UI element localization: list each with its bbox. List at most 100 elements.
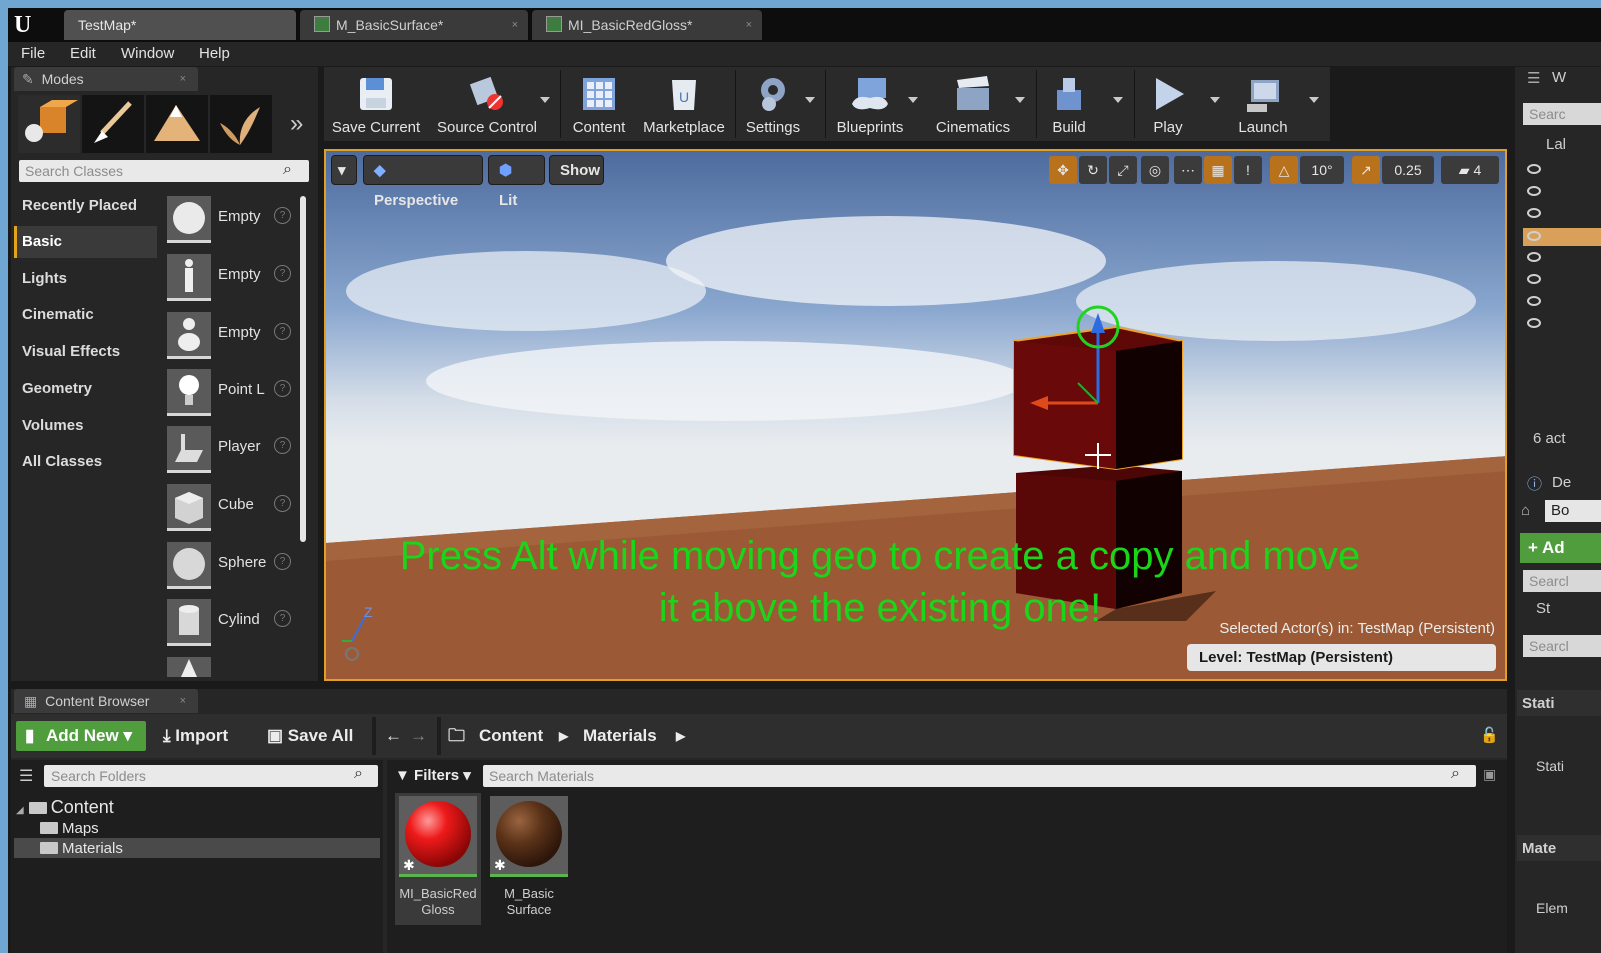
place-item-empty-character[interactable]: Empty ? <box>165 252 297 302</box>
category-cinematic[interactable]: Cinematic <box>14 299 157 331</box>
menu-edit[interactable]: Edit <box>70 45 96 62</box>
asset-m-basicsurface[interactable]: ✱ M_Basic Surface <box>486 793 572 925</box>
chevron-down-icon[interactable] <box>540 97 550 103</box>
rotation-snap-value[interactable]: 10° <box>1300 156 1344 184</box>
actor-name-field[interactable]: Bo <box>1545 500 1601 522</box>
menu-help[interactable]: Help <box>199 45 230 62</box>
play-button[interactable]: Play <box>1140 70 1196 140</box>
show-button[interactable]: Show <box>549 155 604 185</box>
settings-button[interactable]: Settings <box>740 70 806 140</box>
paint-mode-button[interactable] <box>82 95 144 153</box>
save-current-button[interactable]: Save Current <box>330 70 422 140</box>
label-column-header[interactable]: Lal <box>1546 136 1566 153</box>
add-new-button[interactable]: ▮ Add New ▾ <box>16 721 146 751</box>
help-icon[interactable]: ? <box>274 495 291 512</box>
scale-snap-icon[interactable]: ↗ <box>1352 156 1380 184</box>
place-item-cube[interactable]: Cube ? <box>165 482 297 532</box>
import-button[interactable]: ⤓ Import <box>163 721 228 751</box>
world-outliner-tab[interactable]: W <box>1552 69 1566 86</box>
search-classes-input[interactable]: Search Classes <box>19 160 309 182</box>
eye-icon[interactable] <box>1527 231 1541 241</box>
asset-mi-basicredgloss[interactable]: ✱ MI_BasicRed Gloss <box>395 793 481 925</box>
scale-snap-value[interactable]: 0.25 <box>1382 156 1434 184</box>
help-icon[interactable]: ? <box>274 207 291 224</box>
place-item-point-light[interactable]: Point L ? <box>165 367 297 417</box>
add-component-button[interactable]: + Ad <box>1520 533 1601 563</box>
lit-button[interactable]: ⬢ Lit <box>488 155 545 209</box>
chevron-down-icon[interactable] <box>908 97 918 103</box>
chevron-down-icon[interactable] <box>1113 97 1123 103</box>
help-icon[interactable]: ? <box>274 610 291 627</box>
foliage-mode-button[interactable] <box>210 95 272 153</box>
sources-toggle-icon[interactable]: ☰ <box>19 766 33 786</box>
details-search-input[interactable]: Searcl <box>1523 635 1601 657</box>
place-item-empty-actor[interactable]: Empty ? <box>165 194 297 244</box>
eye-icon[interactable] <box>1527 208 1541 218</box>
camera-speed-button[interactable]: ▰ 4 <box>1441 156 1499 184</box>
forward-arrow-icon[interactable]: → <box>410 721 427 751</box>
content-button[interactable]: Content <box>566 70 632 140</box>
blueprints-button[interactable]: Blueprints <box>830 70 910 140</box>
eye-icon[interactable] <box>1527 318 1541 328</box>
breadcrumb-materials[interactable]: Materials <box>583 721 657 751</box>
rotation-snap-icon[interactable]: △ <box>1270 156 1298 184</box>
eye-icon[interactable] <box>1527 164 1541 174</box>
close-icon[interactable]: × <box>512 10 518 40</box>
content-browser-tab[interactable]: ▦ Content Browser × <box>14 689 198 713</box>
back-arrow-icon[interactable]: ← <box>385 721 402 751</box>
close-icon[interactable]: × <box>180 67 186 91</box>
help-icon[interactable]: ? <box>274 265 291 282</box>
surface-snap-icon[interactable]: ⋯ <box>1174 156 1202 184</box>
eye-icon[interactable] <box>1527 274 1541 284</box>
category-geometry[interactable]: Geometry <box>14 373 157 405</box>
tab-m-basicsurface[interactable]: M_BasicSurface* × <box>300 10 528 40</box>
components-search-input[interactable]: Searcl <box>1523 570 1601 592</box>
marketplace-button[interactable]: U Marketplace <box>638 70 730 140</box>
place-mode-button[interactable] <box>18 95 80 153</box>
chevron-down-icon[interactable] <box>805 97 815 103</box>
help-icon[interactable]: ? <box>274 323 291 340</box>
menu-file[interactable]: File <box>21 45 45 62</box>
menu-window[interactable]: Window <box>121 45 174 62</box>
close-icon[interactable]: × <box>746 10 752 40</box>
lock-icon[interactable]: 🔓 <box>1480 721 1499 751</box>
viewport-options-button[interactable]: ▾ <box>331 155 357 185</box>
breadcrumb-separator-icon[interactable]: ▶ <box>676 721 685 751</box>
details-tab[interactable]: De <box>1552 474 1571 491</box>
rotate-mode-icon[interactable]: ↻ <box>1079 156 1107 184</box>
modes-scrollbar[interactable] <box>300 196 306 542</box>
close-icon[interactable]: × <box>180 689 186 713</box>
tab-mi-basicredgloss[interactable]: MI_BasicRedGloss* × <box>532 10 762 40</box>
static-mesh-component[interactable]: St <box>1536 600 1550 617</box>
help-icon[interactable]: ? <box>274 437 291 454</box>
perspective-button[interactable]: ◆ Perspective <box>363 155 483 209</box>
modes-tab[interactable]: ✎ Modes × <box>14 67 198 91</box>
tab-testmap[interactable]: TestMap* <box>64 10 296 40</box>
source-control-button[interactable]: Source Control <box>430 70 544 140</box>
grid-snap-icon[interactable]: ▦ <box>1204 156 1232 184</box>
breadcrumb-content[interactable]: Content <box>479 721 543 751</box>
eye-icon[interactable] <box>1527 252 1541 262</box>
help-icon[interactable]: ? <box>274 380 291 397</box>
translate-mode-icon[interactable]: ✥ <box>1049 156 1077 184</box>
tree-item-content[interactable]: ◢ Content <box>16 797 114 818</box>
place-item-cylinder[interactable]: Cylind ? <box>165 597 297 647</box>
world-space-icon[interactable]: ◎ <box>1141 156 1169 184</box>
save-all-button[interactable]: ▣ Save All <box>267 721 353 751</box>
category-volumes[interactable]: Volumes <box>14 410 157 442</box>
landscape-mode-button[interactable] <box>146 95 208 153</box>
search-materials-input[interactable]: Search Materials <box>483 765 1476 787</box>
grid-size-button[interactable]: ! <box>1234 156 1262 184</box>
category-basic[interactable]: Basic <box>14 226 157 258</box>
category-all-classes[interactable]: All Classes <box>14 446 157 478</box>
save-search-icon[interactable]: ▣ <box>1483 766 1496 783</box>
cinematics-button[interactable]: Cinematics <box>930 70 1016 140</box>
tree-item-maps[interactable]: Maps <box>40 820 99 837</box>
tree-item-materials[interactable]: Materials <box>40 840 123 857</box>
eye-icon[interactable] <box>1527 186 1541 196</box>
launch-button[interactable]: Launch <box>1232 70 1294 140</box>
scale-mode-icon[interactable]: ⤢ <box>1109 156 1137 184</box>
help-icon[interactable]: ? <box>274 553 291 570</box>
search-folders-input[interactable]: Search Folders <box>44 765 378 787</box>
place-item-empty-pawn[interactable]: Empty ? <box>165 310 297 360</box>
